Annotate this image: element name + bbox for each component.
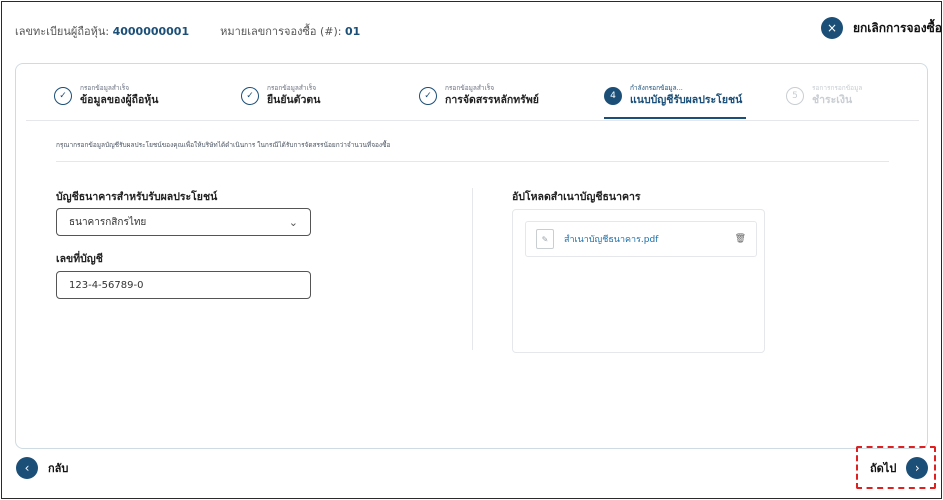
shareholder-number: 4000000001 bbox=[112, 25, 190, 38]
header-info: เลขทะเบียนผู้ถือหุ้น: 4000000001 หมายเลข… bbox=[15, 22, 360, 40]
file-name-link[interactable]: สำเนาบัญชีธนาคาร.pdf bbox=[564, 232, 725, 246]
upload-label: อัปโหลดสำเนาบัญชีธนาคาร bbox=[512, 191, 641, 203]
shareholder-label: เลขทะเบียนผู้ถือหุ้น: bbox=[15, 25, 110, 38]
step-title: การจัดสรรหลักทรัพย์ bbox=[445, 94, 539, 106]
step-status: กรอกข้อมูลสำเร็จ bbox=[445, 84, 495, 92]
step-number-badge: 5 bbox=[786, 87, 804, 105]
bank-select-value: ธนาคารกสิกรไทย bbox=[69, 216, 147, 228]
next-label[interactable]: ถัดไป bbox=[870, 459, 896, 477]
step-status: กรอกข้อมูลสำเร็จ bbox=[80, 84, 130, 92]
check-circle-icon: ✓ bbox=[54, 87, 72, 105]
cancel-booking-button[interactable]: × ยกเลิกการจองซื้อ bbox=[821, 17, 942, 39]
step-title: ข้อมูลของผู้ถือหุ้น bbox=[80, 94, 159, 106]
trash-icon[interactable]: 🗑 bbox=[735, 234, 746, 244]
content-divider bbox=[56, 161, 889, 162]
step-payment: 5 รอการกรอกข้อมูล ชำระเงิน bbox=[786, 84, 862, 107]
back-button[interactable]: ‹ กลับ bbox=[16, 457, 68, 479]
step-identity-verification[interactable]: ✓ กรอกข้อมูลสำเร็จ ยืนยันตัวตน bbox=[241, 84, 320, 107]
step-number-badge: 4 bbox=[604, 87, 622, 105]
step-status: กรอกข้อมูลสำเร็จ bbox=[267, 84, 317, 92]
bank-account-label: บัญชีธนาคารสำหรับรับผลประโยชน์ bbox=[56, 191, 218, 203]
step-status: รอการกรอกข้อมูล bbox=[812, 84, 863, 92]
upload-dropzone[interactable]: ✎ สำเนาบัญชีธนาคาร.pdf 🗑 bbox=[512, 209, 765, 353]
account-number-input[interactable]: 123-4-56789-0 bbox=[56, 271, 311, 299]
active-step-indicator bbox=[604, 117, 746, 119]
uploaded-file[interactable]: ✎ สำเนาบัญชีธนาคาร.pdf 🗑 bbox=[525, 221, 757, 257]
step-title: ชำระเงิน bbox=[812, 94, 853, 106]
step-benefit-account[interactable]: 4 กำลังกรอกข้อมูล... แนบบัญชีรับผลประโยช… bbox=[604, 84, 742, 107]
chevron-right-icon[interactable]: › bbox=[906, 457, 929, 479]
booking-number: 01 bbox=[345, 25, 361, 38]
form-card: ✓ กรอกข้อมูลสำเร็จ ข้อมูลของผู้ถือหุ้น ✓… bbox=[15, 63, 928, 449]
column-divider bbox=[472, 188, 473, 350]
bank-select[interactable]: ธนาคารกสิกรไทย ⌄ bbox=[56, 208, 311, 236]
instruction-text: กรุณากรอกข้อมูลบัญชีรับผลประโยชน์ของคุณเ… bbox=[56, 141, 391, 149]
chevron-down-icon[interactable]: ⌄ bbox=[289, 216, 298, 229]
close-icon[interactable]: × bbox=[821, 17, 843, 39]
step-shareholder-info[interactable]: ✓ กรอกข้อมูลสำเร็จ ข้อมูลของผู้ถือหุ้น bbox=[54, 84, 158, 107]
account-number-label: เลขที่บัญชี bbox=[56, 253, 103, 265]
step-title: แนบบัญชีรับผลประโยชน์ bbox=[630, 94, 743, 106]
next-button[interactable]: ถัดไป › bbox=[870, 457, 929, 479]
cancel-booking-label[interactable]: ยกเลิกการจองซื้อ bbox=[853, 19, 942, 38]
check-circle-icon: ✓ bbox=[241, 87, 259, 105]
back-label[interactable]: กลับ bbox=[48, 459, 68, 477]
account-number-value: 123-4-56789-0 bbox=[69, 279, 144, 291]
check-circle-icon: ✓ bbox=[419, 87, 437, 105]
step-securities-allocation[interactable]: ✓ กรอกข้อมูลสำเร็จ การจัดสรรหลักทรัพย์ bbox=[419, 84, 539, 107]
chevron-left-icon[interactable]: ‹ bbox=[16, 457, 38, 479]
step-status: กำลังกรอกข้อมูล... bbox=[630, 84, 683, 92]
file-icon: ✎ bbox=[536, 229, 554, 249]
step-title: ยืนยันตัวตน bbox=[267, 94, 321, 106]
booking-label: หมายเลขการจองซื้อ (#): bbox=[220, 25, 342, 38]
stepper-divider bbox=[26, 120, 919, 121]
